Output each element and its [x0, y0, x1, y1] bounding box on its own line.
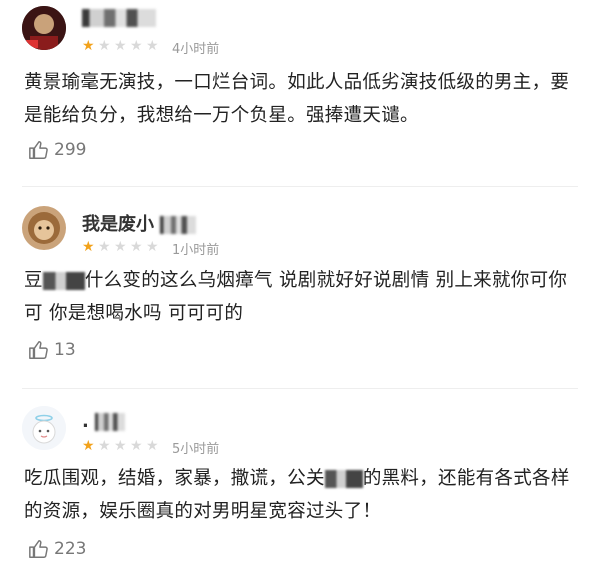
review-text-rest: 什么变的这么乌烟瘴气 说剧就好好说剧情 别上来就你可你可 你是想喝水吗 可可可的: [24, 270, 568, 324]
avatar[interactable]: [22, 406, 66, 450]
username-redacted: [160, 216, 197, 234]
divider: [22, 186, 578, 187]
review-text: 豆什么变的这么乌烟瘴气 说剧就好好说剧情 别上来就你可你可 你是想喝水吗 可可可…: [24, 264, 584, 330]
username-text: .: [82, 411, 89, 432]
like-count: 223: [54, 539, 87, 559]
star-icon: ★: [146, 239, 159, 255]
username-redacted: [95, 413, 126, 431]
review-3: . ★ ★ ★ ★ ★ 5小时前 吃瓜围观，结婚，家暴，撒谎，公关 的黑料，还能有…: [0, 398, 600, 559]
review-2: 我是废小 ★ ★ ★ ★ ★ 1小时前 豆什么变的这么乌烟瘴气 说剧就好好说剧情…: [0, 196, 600, 380]
star-icon: ★: [98, 239, 111, 255]
thumbs-up-icon: [29, 540, 48, 558]
username[interactable]: [82, 7, 156, 29]
review-1: ★ ★ ★ ★ ★ 4小时前 黄景瑜毫无演技，一口烂台词。如此人品低劣演技低级的…: [0, 0, 600, 180]
star-icon: ★: [98, 38, 111, 54]
star-icon: ★: [146, 438, 159, 454]
like-count: 13: [54, 340, 76, 360]
thumbs-up-icon: [29, 341, 48, 359]
rating-stars: ★ ★ ★ ★ ★: [82, 438, 160, 454]
like-button[interactable]: 13: [28, 337, 76, 363]
rating-stars: ★ ★ ★ ★ ★: [82, 239, 160, 255]
rating-stars: ★ ★ ★ ★ ★: [82, 38, 160, 54]
username-redacted: [82, 9, 156, 27]
star-icon: ★: [82, 38, 95, 54]
review-text-start: 豆: [24, 270, 43, 291]
review-time: 5小时前: [172, 442, 220, 457]
avatar[interactable]: [22, 6, 66, 50]
star-icon: ★: [114, 38, 127, 54]
star-icon: ★: [114, 239, 127, 255]
star-icon: ★: [98, 438, 111, 454]
thumbs-up-icon: [29, 141, 48, 159]
star-icon: ★: [130, 239, 143, 255]
like-count: 299: [54, 140, 87, 160]
like-button[interactable]: 223: [28, 536, 86, 562]
redacted-text: [324, 470, 363, 488]
star-icon: ★: [114, 438, 127, 454]
star-icon: ★: [82, 239, 95, 255]
divider: [22, 388, 578, 389]
avatar[interactable]: [22, 206, 66, 250]
avatar-image: [22, 206, 66, 250]
review-text: 吃瓜围观，结婚，家暴，撒谎，公关 的黑料，还能有各式各样的资源，娱乐圈真的对男明星…: [24, 462, 584, 528]
review-text: 黄景瑜毫无演技，一口烂台词。如此人品低劣演技低级的男主，要是能给负分，我想给一万…: [24, 72, 570, 126]
username[interactable]: .: [82, 411, 126, 433]
username[interactable]: 我是废小: [82, 210, 197, 235]
redacted-text: [42, 272, 85, 290]
star-icon: ★: [130, 38, 143, 54]
star-icon: ★: [146, 38, 159, 54]
review-time: 4小时前: [172, 42, 220, 57]
review-text-start: 吃瓜围观，结婚，家暴，撒谎，公关: [24, 468, 325, 489]
like-button[interactable]: 299: [28, 137, 86, 163]
username-text: 我是废小: [82, 214, 154, 235]
avatar-image: [22, 406, 66, 450]
star-icon: ★: [130, 438, 143, 454]
star-icon: ★: [82, 438, 95, 454]
review-time: 1小时前: [172, 243, 220, 258]
avatar-image: [22, 6, 66, 50]
